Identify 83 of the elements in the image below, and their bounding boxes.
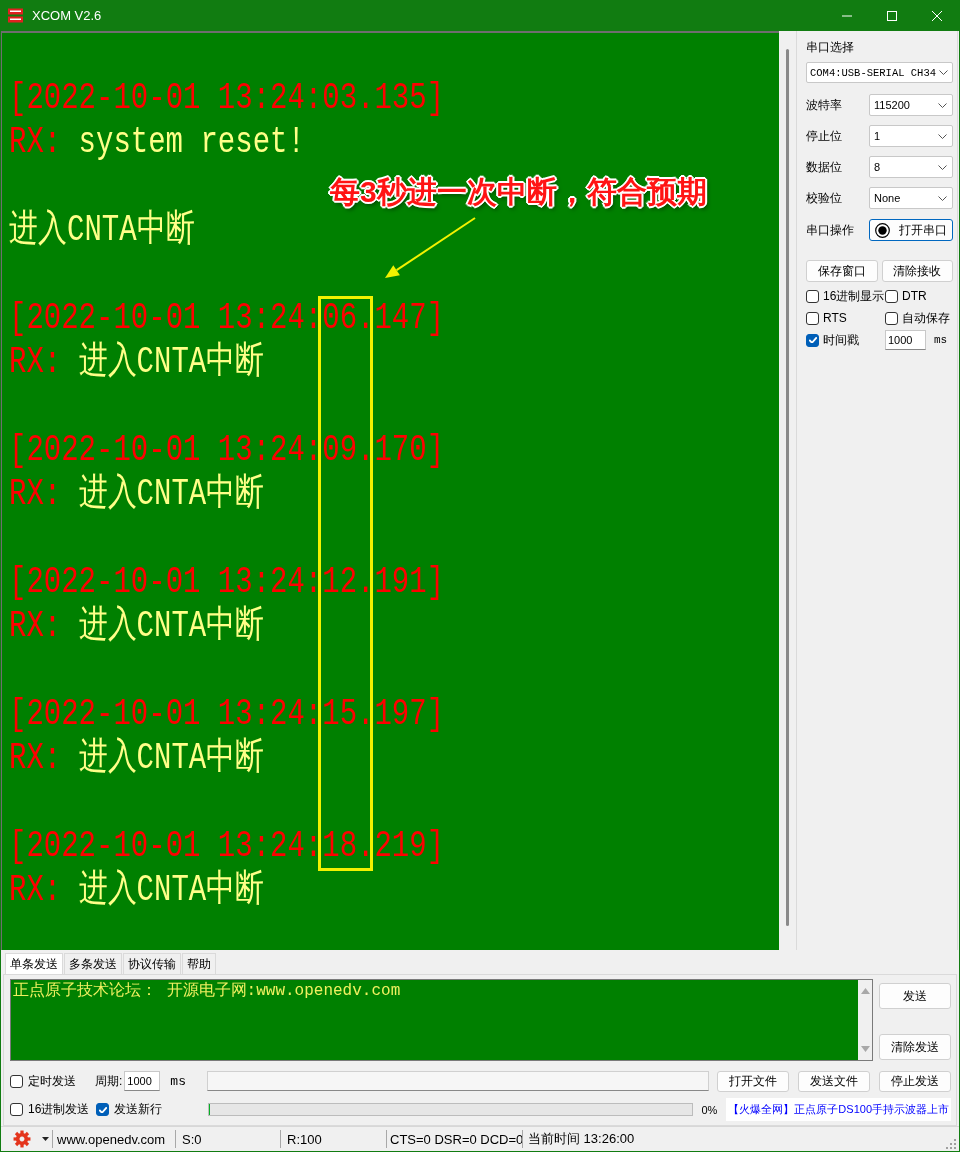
file-button[interactable]: 发送文件 — [798, 1070, 870, 1092]
log-message: 进入CNTA中断 — [78, 341, 265, 385]
checkbox-label: RTS — [823, 311, 847, 325]
panel-button[interactable]: 清除接收 — [881, 260, 954, 282]
chevron-down-icon — [938, 164, 948, 170]
scrollbar-thumb[interactable] — [786, 49, 789, 926]
promo-link[interactable]: 【火爆全网】正点原子DS100手持示波器上市 — [726, 1098, 951, 1121]
field-label: 周期: — [95, 1072, 123, 1090]
checkbox[interactable] — [806, 333, 819, 347]
checkbox-label: DTR — [902, 289, 927, 303]
unit-label: ms — [170, 1073, 186, 1089]
checkbox-label: 时间戳 — [823, 331, 859, 349]
log-message: system reset! — [78, 121, 305, 165]
panel-button[interactable]: 保存窗口 — [806, 260, 878, 282]
rx-label: RX: — [9, 869, 62, 913]
field-label: 串口操作 — [806, 221, 855, 239]
tab[interactable]: 帮助 — [182, 953, 216, 974]
log-message: 进入CNTA中断 — [78, 605, 265, 649]
checkbox-label: 16进制发送 — [28, 1101, 90, 1118]
settings-icon[interactable] — [13, 1130, 31, 1148]
chevron-down-icon — [938, 133, 948, 139]
current-time: 当前时间 13:26:00 — [528, 1130, 635, 1148]
port-dropdown[interactable]: COM4:USB-SERIAL CH34 — [806, 62, 954, 83]
rx-label: RX: — [9, 341, 62, 385]
file-button[interactable]: 打开文件 — [717, 1070, 789, 1092]
progress-reading: 0% — [701, 1103, 718, 1116]
radio-icon — [875, 222, 890, 238]
file-button[interactable]: 停止发送 — [879, 1070, 951, 1092]
send-panel-button[interactable]: 发送 — [879, 983, 951, 1009]
tab[interactable]: 协议传输 — [123, 953, 181, 974]
maximize-icon — [886, 10, 897, 21]
received-count: R:100 — [287, 1131, 322, 1147]
rx-label: RX: — [9, 737, 62, 781]
dropdown[interactable]: None — [869, 187, 954, 209]
chevron-down-icon — [939, 70, 949, 75]
send-panel-button[interactable]: 清除发送 — [879, 1034, 951, 1060]
checkbox[interactable] — [885, 311, 898, 325]
rx-label: RX: — [9, 121, 62, 165]
checkbox-label: 自动保存 — [902, 309, 950, 327]
open-port-button[interactable]: 打开串口 — [869, 219, 954, 241]
interval-input[interactable]: 1000 — [885, 330, 926, 350]
resize-grip-icon[interactable] — [944, 1137, 956, 1149]
dropdown[interactable]: 1 — [869, 125, 954, 147]
field-label: 数据位 — [806, 158, 843, 176]
tab[interactable]: 多条发送 — [64, 953, 122, 974]
checkmark-icon — [808, 337, 817, 343]
log-message: 进入CNTA中断 — [78, 473, 265, 517]
period-input[interactable]: 1000 — [124, 1071, 161, 1091]
rx-label: RX: — [9, 473, 62, 517]
checkbox[interactable] — [10, 1103, 23, 1116]
field-label: 波特率 — [806, 96, 843, 114]
checkbox-label: 发送新行 — [114, 1101, 163, 1118]
dropdown[interactable]: 115200 — [869, 94, 954, 116]
caret-icon[interactable] — [42, 1137, 49, 1141]
field-label: 串口选择 — [806, 39, 855, 55]
checkbox-label: 定时发送 — [28, 1072, 76, 1090]
log-message: 进入CNTA中断 — [78, 869, 265, 913]
close-icon — [931, 10, 942, 21]
log-message: 进入CNTA中断 — [9, 209, 195, 253]
sent-count: S:0 — [182, 1131, 202, 1147]
checkbox-label: 16进制显示 — [823, 287, 885, 305]
chevron-down-icon — [938, 102, 948, 108]
checkbox[interactable] — [806, 311, 819, 325]
window-title: XCOM V2.6 — [32, 8, 103, 23]
checkbox[interactable] — [885, 289, 898, 303]
checkbox[interactable] — [96, 1103, 110, 1116]
rx-label: RX: — [9, 605, 62, 649]
unit-label: ms — [934, 334, 948, 346]
checkbox[interactable] — [806, 289, 819, 303]
website-link[interactable]: www.openedv.com — [57, 1131, 166, 1147]
signal-status: CTS=0 DSR=0 DCD=0 — [390, 1131, 524, 1147]
app-logo-icon — [8, 8, 23, 23]
field-label: 停止位 — [806, 127, 843, 145]
chevron-down-icon — [938, 195, 948, 201]
file-path-field[interactable] — [206, 1071, 709, 1091]
tab[interactable]: 单条发送 — [5, 953, 63, 974]
log-message: 进入CNTA中断 — [78, 737, 265, 781]
checkbox[interactable] — [10, 1074, 23, 1088]
annotation-text: 每3秒进一次中断，符合预期 — [330, 174, 707, 210]
checkmark-icon — [98, 1106, 107, 1113]
field-label: 校验位 — [806, 189, 843, 207]
timestamp: [2022-10-01 13:24:03.135] — [9, 77, 445, 121]
dropdown[interactable]: 8 — [869, 156, 954, 178]
